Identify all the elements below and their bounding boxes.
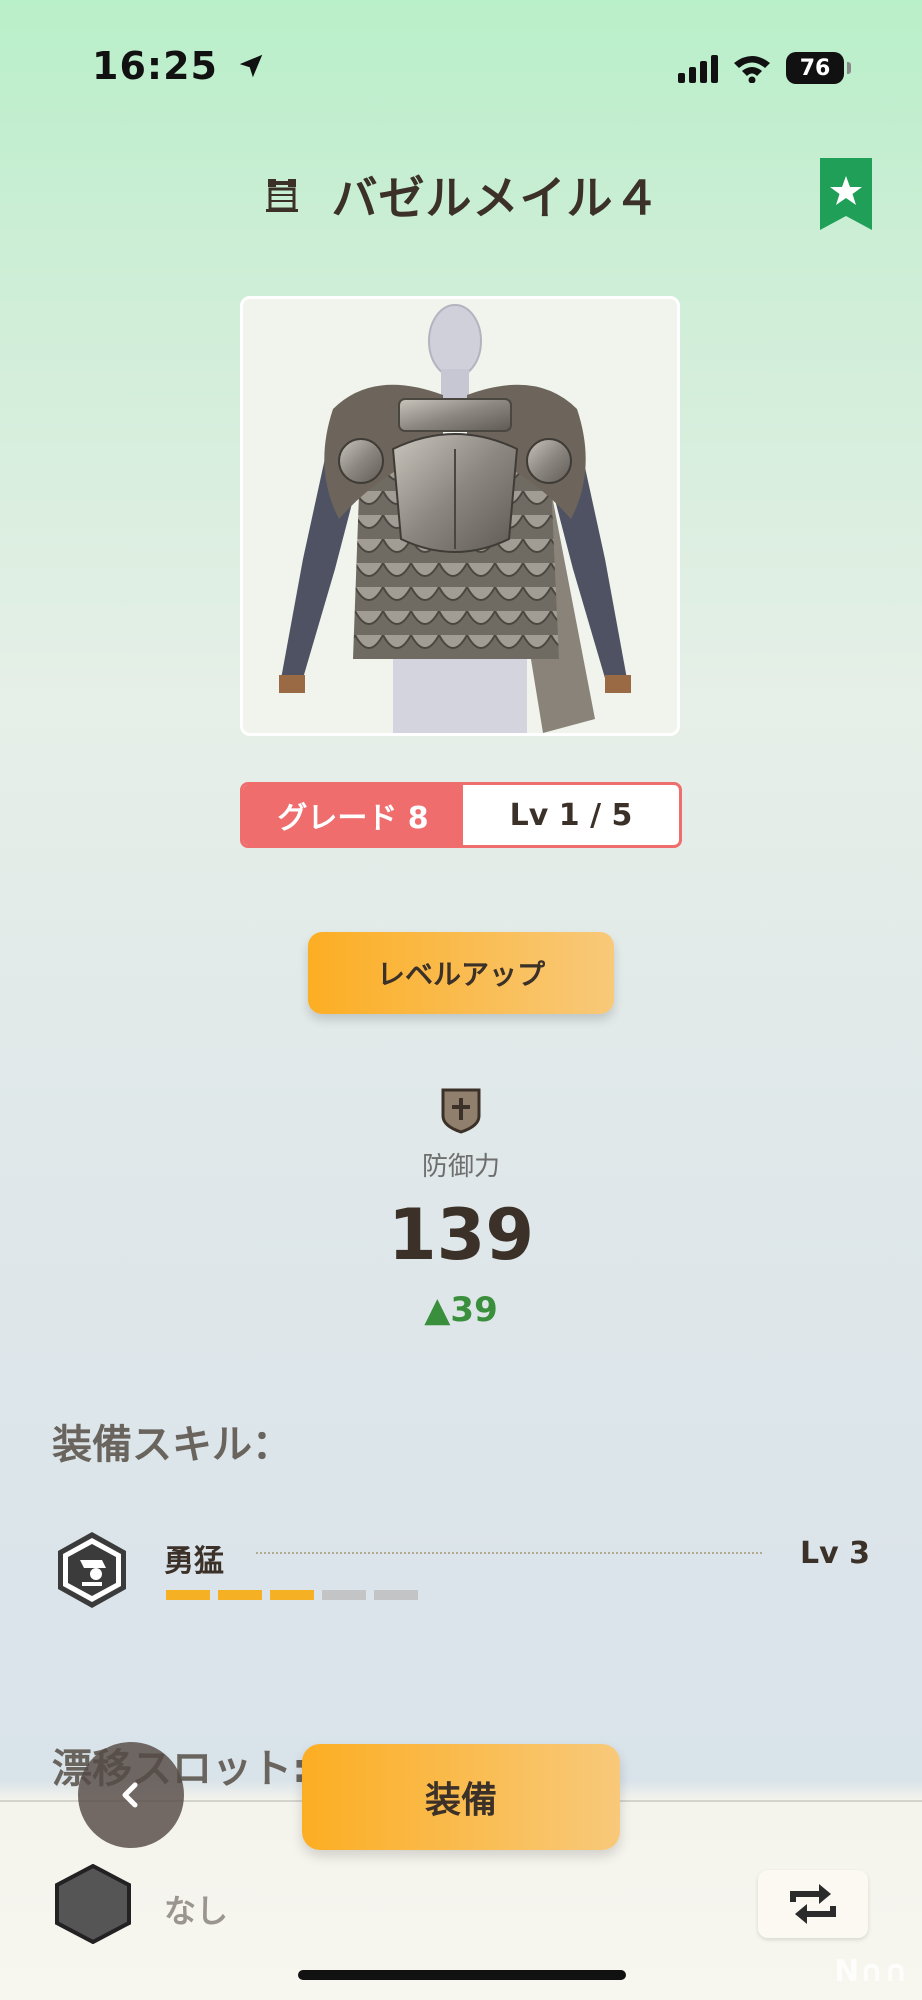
- swap-button[interactable]: [758, 1870, 868, 1938]
- swap-arrows-icon: [790, 1884, 836, 1924]
- grade-level-bar: グレード 8 Lv 1 / 5: [240, 782, 682, 848]
- equip-skills-title: 装備スキル：: [52, 1422, 292, 1468]
- wifi-icon: [734, 56, 770, 83]
- back-button[interactable]: [78, 1742, 184, 1848]
- skill-level: Lv 3: [800, 1536, 870, 1571]
- signal-bars-icon: [678, 53, 718, 83]
- battery-icon: 76: [786, 52, 851, 84]
- drift-slot-empty-label: なし: [164, 1892, 229, 1930]
- skill-meter-segment: [166, 1590, 210, 1600]
- skill-hexagon-icon: [58, 1532, 126, 1608]
- skill-meter-segment: [374, 1590, 418, 1600]
- skill-meter-segment: [270, 1590, 314, 1600]
- equip-button[interactable]: 装備: [302, 1744, 620, 1850]
- status-time: 16:25: [92, 44, 266, 88]
- watermark: N∩∩: [834, 1954, 908, 1989]
- page-title: バゼルメイル４: [331, 171, 661, 225]
- skill-meter-segment: [322, 1590, 366, 1600]
- armor-icon: [265, 179, 298, 212]
- skill-level-meter: [166, 1590, 418, 1600]
- defense-label: 防御力: [421, 1152, 500, 1182]
- skill-divider: [256, 1552, 762, 1554]
- empty-hexagon-icon[interactable]: [54, 1864, 132, 1944]
- header: バゼルメイル４: [0, 160, 922, 230]
- grade-label: グレード 8: [243, 785, 463, 845]
- shield-icon: [441, 1088, 481, 1134]
- skill-name: 勇猛: [164, 1544, 224, 1579]
- armor-preview-image: [240, 296, 680, 736]
- home-indicator[interactable]: [298, 1970, 626, 1980]
- skill-meter-segment: [218, 1590, 262, 1600]
- defense-value: 139: [387, 1194, 535, 1276]
- defense-delta: ▲39: [424, 1290, 498, 1330]
- location-arrow-icon: [239, 54, 263, 78]
- status-icons: 76: [678, 50, 851, 86]
- star-bookmark-icon[interactable]: [820, 158, 872, 230]
- level-up-button[interactable]: レベルアップ: [308, 932, 614, 1014]
- chevron-left-icon: [122, 1782, 138, 1808]
- level-label: Lv 1 / 5: [509, 797, 633, 833]
